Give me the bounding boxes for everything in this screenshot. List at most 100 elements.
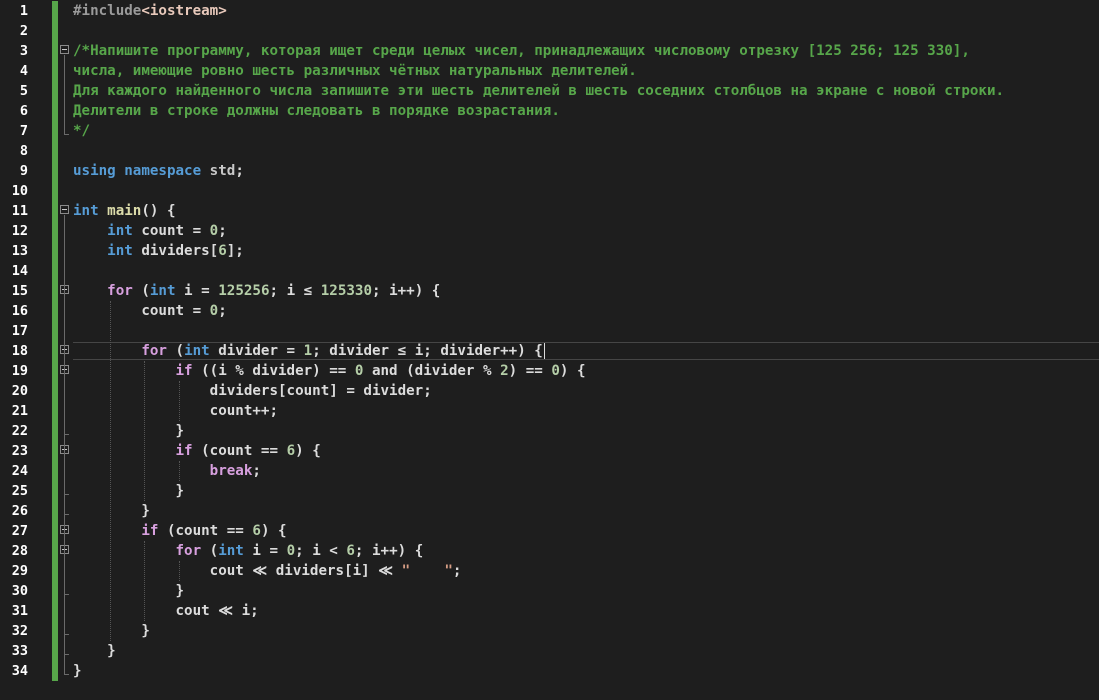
code-text[interactable]: int dividers[6];	[73, 241, 244, 261]
code-text[interactable]: /*Напишите программу, которая ищет среди…	[73, 41, 970, 61]
collapse-icon[interactable]	[60, 205, 69, 214]
code-text[interactable]: Делители в строке должны следовать в пор…	[73, 101, 560, 121]
line-number: 21	[11, 403, 28, 419]
code-line[interactable]: 34}	[0, 661, 1099, 681]
code-line[interactable]: 14	[0, 261, 1099, 281]
code-line[interactable]: 29 cout ≪ dividers[i] ≪ " ";	[0, 561, 1099, 581]
code-line[interactable]: 8	[0, 141, 1099, 161]
code-line[interactable]: 22 }	[0, 421, 1099, 441]
code-text[interactable]: if ((i % divider) == 0 and (divider % 2)…	[73, 361, 586, 381]
code-token: 6	[346, 543, 355, 559]
code-line[interactable]: 32 }	[0, 621, 1099, 641]
code-token: for	[141, 343, 167, 359]
code-token: /*Напишите программу, которая ищет среди…	[73, 43, 970, 59]
code-line[interactable]: 17	[0, 321, 1099, 341]
code-token: 125330	[320, 283, 372, 299]
change-indicator	[52, 341, 58, 361]
code-text[interactable]: count = 0;	[73, 301, 226, 321]
code-line[interactable]: 3 /*Напишите программу, которая ищет сред…	[0, 41, 1099, 61]
code-text[interactable]: using namespace std;	[73, 161, 244, 181]
code-text[interactable]: for (int divider = 1; divider ≤ i; divid…	[73, 341, 542, 361]
code-text[interactable]: int main() {	[73, 201, 176, 221]
code-line[interactable]: 12 int count = 0;	[0, 221, 1099, 241]
code-line[interactable]: 23 if (count == 6) {	[0, 441, 1099, 461]
line-number: 17	[11, 323, 28, 339]
code-line[interactable]: 19 if ((i % divider) == 0 and (divider %…	[0, 361, 1099, 381]
collapse-icon[interactable]	[60, 45, 69, 54]
line-number: 15	[11, 283, 28, 299]
code-text[interactable]: cout ≪ dividers[i] ≪ " ";	[73, 561, 462, 581]
code-line[interactable]: 9 using namespace std;	[0, 161, 1099, 181]
code-line[interactable]: 24 break;	[0, 461, 1099, 481]
change-indicator	[52, 61, 58, 81]
code-line[interactable]: 25 }	[0, 481, 1099, 501]
code-text[interactable]: }	[73, 581, 184, 601]
code-line[interactable]: 31 cout ≪ i;	[0, 601, 1099, 621]
code-token: dividers[	[132, 243, 219, 259]
code-text[interactable]: dividers[count] = divider;	[73, 381, 432, 401]
code-token: i =	[175, 283, 219, 299]
code-token: 6	[286, 443, 296, 459]
code-text[interactable]: */	[73, 121, 90, 141]
line-number: 34	[11, 663, 28, 679]
code-line[interactable]: 15 for (int i = 125256; i ≤ 125330; i++)…	[0, 281, 1099, 301]
code-line[interactable]: 5 Для каждого найденного числа запишите э…	[0, 81, 1099, 101]
code-text[interactable]: }	[73, 481, 184, 501]
code-line[interactable]: 21 count++;	[0, 401, 1099, 421]
code-text[interactable]: for (int i = 125256; i ≤ 125330; i++) {	[73, 281, 440, 301]
code-line[interactable]: 30 }	[0, 581, 1099, 601]
code-line[interactable]: 10	[0, 181, 1099, 201]
code-line[interactable]: 16 count = 0;	[0, 301, 1099, 321]
code-line[interactable]: 2	[0, 21, 1099, 41]
line-number: 2	[19, 23, 28, 39]
code-text[interactable]: }	[73, 641, 116, 661]
code-text[interactable]: if (count == 6) {	[73, 521, 286, 541]
code-line[interactable]: 20 dividers[count] = divider;	[0, 381, 1099, 401]
code-text[interactable]: cout ≪ i;	[73, 601, 258, 621]
change-indicator	[52, 661, 58, 681]
code-text[interactable]: }	[73, 421, 184, 441]
code-line[interactable]: 13 int dividers[6];	[0, 241, 1099, 261]
code-line[interactable]: 26 }	[0, 501, 1099, 521]
indent-guide	[144, 361, 145, 501]
code-token: if	[141, 523, 159, 539]
code-text[interactable]: Для каждого найденного числа запишите эт…	[73, 81, 1004, 101]
code-line[interactable]: 6 Делители в строке должны следовать в по…	[0, 101, 1099, 121]
code-line[interactable]: 28 for (int i = 0; i < 6; i++) {	[0, 541, 1099, 561]
code-token: ;	[218, 223, 227, 239]
code-text[interactable]: }	[73, 501, 150, 521]
line-number: 32	[11, 623, 28, 639]
code-token: int	[73, 203, 99, 219]
code-token: i =	[243, 543, 287, 559]
change-indicator	[52, 201, 58, 221]
code-token: using	[73, 163, 116, 179]
line-number: 18	[11, 343, 28, 359]
code-token: }	[73, 423, 185, 439]
code-line[interactable]: 4 числа, имеющие ровно шесть различных чё…	[0, 61, 1099, 81]
code-text[interactable]: }	[73, 661, 82, 681]
change-indicator	[52, 181, 58, 201]
code-text[interactable]: for (int i = 0; i < 6; i++) {	[73, 541, 424, 561]
code-token: main	[107, 203, 142, 219]
code-line[interactable]: 18 for (int divider = 1; divider ≤ i; di…	[0, 341, 1099, 361]
code-text[interactable]: break;	[73, 461, 261, 481]
code-line[interactable]: 1 #include<iostream>	[0, 1, 1099, 21]
code-text[interactable]: #include<iostream>	[73, 1, 227, 21]
code-line[interactable]: 27 if (count == 6) {	[0, 521, 1099, 541]
code-token: int	[218, 543, 244, 559]
code-line[interactable]: 7 */	[0, 121, 1099, 141]
code-text[interactable]: числа, имеющие ровно шесть различных чёт…	[73, 61, 637, 81]
code-text[interactable]: int count = 0;	[73, 221, 227, 241]
code-editor[interactable]: 1 #include<iostream> 2 3/*Напишите программ…	[0, 0, 1099, 700]
code-text[interactable]: count++;	[73, 401, 278, 421]
code-token: 0	[551, 363, 560, 379]
code-text[interactable]: }	[73, 621, 150, 641]
code-line[interactable]: 33 }	[0, 641, 1099, 661]
line-number: 31	[11, 603, 28, 619]
code-line[interactable]: 11 int main() {	[0, 201, 1099, 221]
code-token: if	[175, 363, 193, 379]
code-token: divider =	[209, 343, 304, 359]
